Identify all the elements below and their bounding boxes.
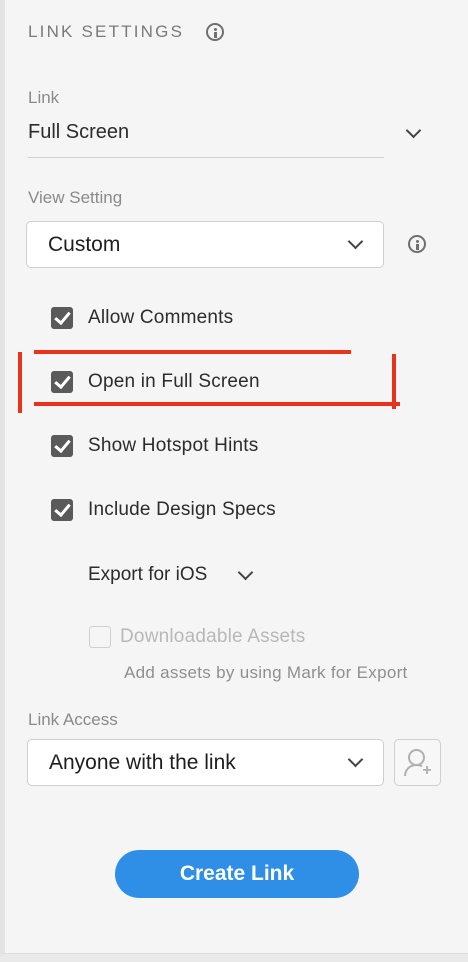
panel-left-border	[0, 0, 5, 962]
link-select-value: Full Screen	[28, 121, 130, 143]
panel-bottom-border	[0, 953, 468, 962]
info-icon[interactable]	[408, 235, 426, 253]
link-label: Link	[28, 88, 60, 107]
show-hotspot-hints-label: Show Hotspot Hints	[88, 435, 259, 456]
open-full-screen-checkbox[interactable]	[51, 371, 73, 393]
downloadable-assets-label: Downloadable Assets	[120, 626, 306, 647]
link-access-label: Link Access	[28, 710, 118, 729]
chevron-down-icon	[347, 233, 364, 250]
checkmark-icon	[54, 307, 71, 326]
add-user-button[interactable]: +	[394, 739, 441, 786]
show-hotspot-hints-checkbox[interactable]	[51, 435, 73, 457]
chevron-down-icon[interactable]	[405, 122, 422, 139]
view-setting-label: View Setting	[28, 188, 123, 207]
open-full-screen-label: Open in Full Screen	[88, 371, 260, 392]
checkmark-icon	[54, 371, 71, 390]
highlight-annotation-bottom	[34, 402, 400, 406]
view-setting-dropdown[interactable]: Custom	[26, 221, 384, 268]
link-select-underline	[28, 157, 384, 158]
export-hint: Add assets by using Mark for Export	[124, 663, 408, 682]
create-link-button[interactable]: Create Link	[115, 850, 359, 898]
chevron-down-icon	[347, 751, 364, 768]
export-platform-dropdown[interactable]: Export for iOS	[88, 564, 254, 586]
checkmark-icon	[54, 499, 71, 518]
export-platform-label: Export for iOS	[88, 564, 208, 585]
highlight-annotation-right	[392, 354, 396, 409]
include-design-specs-checkbox[interactable]	[51, 499, 73, 521]
info-icon[interactable]	[206, 23, 224, 41]
downloadable-assets-checkbox[interactable]	[89, 626, 111, 648]
include-design-specs-label: Include Design Specs	[88, 499, 276, 520]
link-access-value: Anyone with the link	[49, 751, 236, 774]
chevron-down-icon	[237, 564, 254, 581]
highlight-annotation-top	[34, 350, 351, 354]
checkmark-icon	[54, 435, 71, 454]
allow-comments-label: Allow Comments	[88, 307, 234, 328]
highlight-annotation-left	[18, 352, 22, 413]
panel-title: LINK SETTINGS	[28, 22, 185, 41]
allow-comments-checkbox[interactable]	[51, 307, 73, 329]
view-setting-value: Custom	[48, 233, 121, 256]
link-access-dropdown[interactable]: Anyone with the link	[27, 739, 384, 786]
